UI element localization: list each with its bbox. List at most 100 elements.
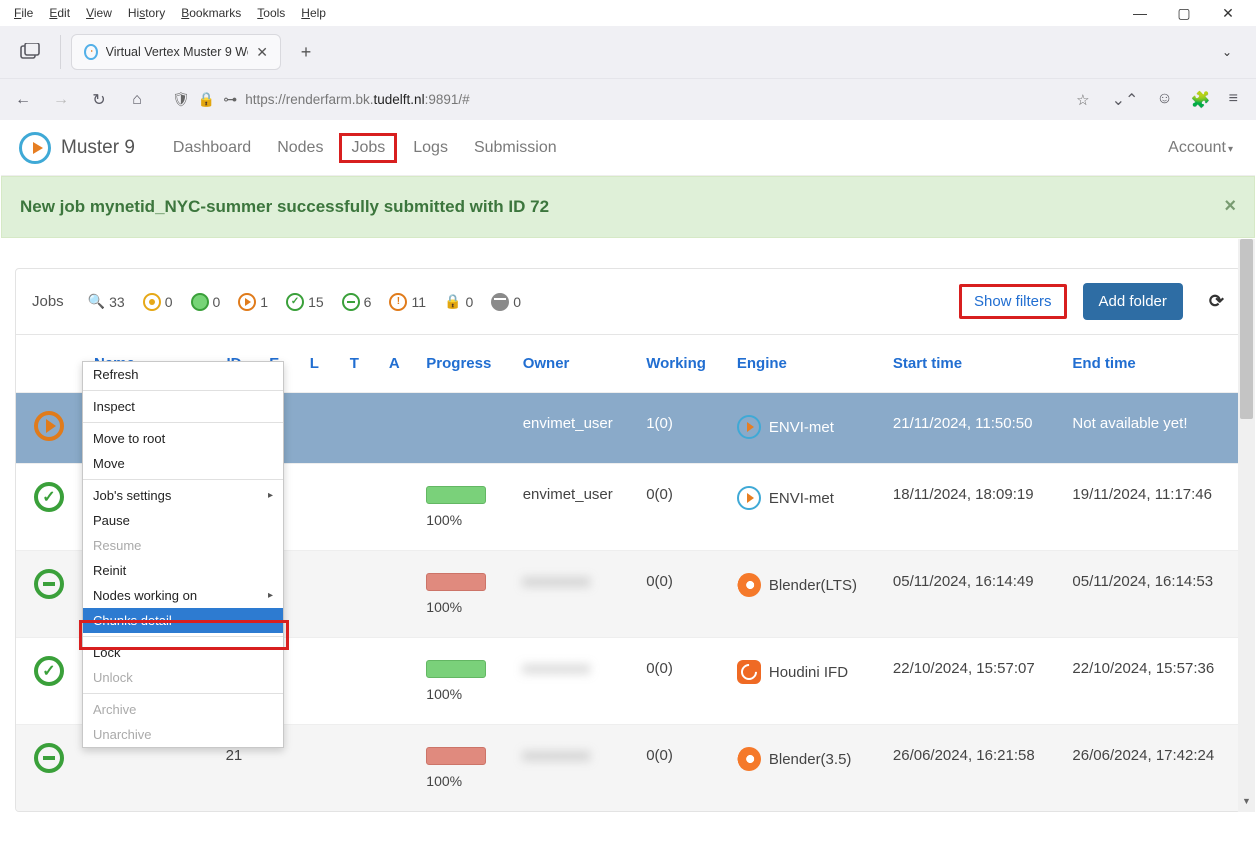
cell-progress xyxy=(414,393,510,464)
nav-dashboard[interactable]: Dashboard xyxy=(163,133,261,163)
engine-icon xyxy=(737,573,761,597)
account-menu[interactable]: Account▾ xyxy=(1168,139,1233,157)
tab-close-icon[interactable]: ✕ xyxy=(256,44,268,61)
nav-forward-icon: → xyxy=(48,91,74,109)
ctx-refresh[interactable]: Refresh xyxy=(83,362,283,387)
permissions-icon[interactable]: ⊶ xyxy=(223,91,237,108)
cell-start: 22/10/2024, 15:57:07 xyxy=(881,638,1061,725)
menu-help[interactable]: Help xyxy=(293,2,334,24)
col-t[interactable]: T xyxy=(334,335,374,393)
menu-view[interactable]: View xyxy=(78,2,120,24)
ctx-chunks-detail[interactable]: Chunks detail xyxy=(83,608,283,633)
show-filters-button[interactable]: Show filters xyxy=(959,284,1067,319)
cell-l xyxy=(294,464,334,551)
bookmark-star-icon[interactable]: ☆ xyxy=(1076,91,1089,109)
scroll-thumb[interactable] xyxy=(1240,239,1253,419)
col-progress[interactable]: Progress xyxy=(414,335,510,393)
col-end[interactable]: End time xyxy=(1060,335,1240,393)
menu-tools[interactable]: Tools xyxy=(249,2,293,24)
nav-logs[interactable]: Logs xyxy=(403,133,458,163)
col-working[interactable]: Working xyxy=(634,335,725,393)
ctx-inspect[interactable]: Inspect xyxy=(83,394,283,419)
cell-working: 1(0) xyxy=(634,393,725,464)
cell-t xyxy=(334,393,374,464)
window-close[interactable]: ✕ xyxy=(1206,5,1250,22)
engine-icon xyxy=(737,660,761,684)
app-menu-icon[interactable]: ≡ xyxy=(1229,90,1238,110)
menu-file[interactable]: File xyxy=(6,2,41,24)
recent-pages-icon[interactable] xyxy=(10,34,50,70)
alert-close-icon[interactable]: × xyxy=(1224,195,1236,218)
brand[interactable]: Muster 9 xyxy=(19,132,135,164)
ctx-pause[interactable]: Pause xyxy=(83,508,283,533)
stat-pending[interactable]: 0 xyxy=(143,293,173,311)
address-bar[interactable]: 🛡 🔒 ⊶ https://renderfarm.bk.tudelft.nl:9… xyxy=(162,85,1100,115)
engine-icon xyxy=(737,486,761,510)
nav-nodes[interactable]: Nodes xyxy=(267,133,333,163)
ctx-reinit[interactable]: Reinit xyxy=(83,558,283,583)
ctx-move-root[interactable]: Move to root xyxy=(83,426,283,451)
account-icon[interactable]: ☺ xyxy=(1156,90,1172,110)
ctx-lock[interactable]: Lock xyxy=(83,640,283,665)
tracking-shield-icon[interactable]: 🛡 xyxy=(172,91,190,108)
col-a[interactable]: A xyxy=(374,335,414,393)
ctx-settings[interactable]: Job's settings▸ xyxy=(83,483,283,508)
pocket-icon[interactable]: ⌄⌃ xyxy=(1112,90,1139,110)
context-menu: Refresh Inspect Move to root Move Job's … xyxy=(82,361,284,748)
cell-owner: envimet_user xyxy=(511,393,634,464)
ctx-move[interactable]: Move xyxy=(83,451,283,476)
col-engine[interactable]: Engine xyxy=(725,335,881,393)
cell-a xyxy=(374,464,414,551)
panel-refresh-icon[interactable]: ⟳ xyxy=(1209,291,1224,312)
cell-working: 0(0) xyxy=(634,725,725,812)
stat-lock[interactable]: 🔒0 xyxy=(444,293,473,310)
stat-running-green[interactable]: 0 xyxy=(191,293,221,311)
col-l[interactable]: L xyxy=(294,335,334,393)
cell-a xyxy=(374,551,414,638)
nav-reload-icon[interactable]: ↻ xyxy=(86,90,112,110)
cell-t xyxy=(334,638,374,725)
cell-working: 0(0) xyxy=(634,464,725,551)
window-minimize[interactable]: — xyxy=(1118,5,1162,21)
nav-jobs[interactable]: Jobs xyxy=(339,133,397,163)
cell-progress: 100% xyxy=(414,638,510,725)
row-status-icon xyxy=(34,743,64,773)
vertical-scrollbar[interactable]: ▲ ▼ xyxy=(1238,239,1255,812)
browser-tab[interactable]: Virtual Vertex Muster 9 Web con ✕ xyxy=(71,34,281,70)
cell-owner: xxxxxxxx xyxy=(511,725,634,812)
lock-icon[interactable]: 🔒 xyxy=(198,91,215,108)
ctx-unlock: Unlock xyxy=(83,665,283,690)
scroll-down-icon[interactable]: ▼ xyxy=(1238,796,1255,812)
stat-server[interactable]: 0 xyxy=(491,293,521,311)
nav-home-icon[interactable]: ⌂ xyxy=(124,91,150,109)
stat-check[interactable]: ✓15 xyxy=(286,293,324,311)
col-start[interactable]: Start time xyxy=(881,335,1061,393)
add-folder-button[interactable]: Add folder xyxy=(1083,283,1183,320)
brand-name: Muster 9 xyxy=(61,137,135,159)
alert-text: New job mynetid_NYC-summer successfully … xyxy=(20,197,549,216)
ctx-resume: Resume xyxy=(83,533,283,558)
new-tab-button[interactable]: + xyxy=(291,42,321,63)
cell-progress: 100% xyxy=(414,725,510,812)
menu-bookmarks[interactable]: Bookmarks xyxy=(173,2,249,24)
stat-search[interactable]: 🔍33 xyxy=(88,293,125,310)
nav-submission[interactable]: Submission xyxy=(464,133,567,163)
cell-end: 26/06/2024, 17:42:24 xyxy=(1060,725,1240,812)
cell-l xyxy=(294,725,334,812)
extensions-icon[interactable]: 🧩 xyxy=(1191,90,1211,110)
cell-engine: ENVI-met xyxy=(725,393,881,464)
stat-play[interactable]: 1 xyxy=(238,293,268,311)
cell-a xyxy=(374,393,414,464)
menu-history[interactable]: History xyxy=(120,2,173,24)
url-text: https://renderfarm.bk.tudelft.nl:9891/# xyxy=(245,92,469,107)
stat-excl[interactable]: !11 xyxy=(389,293,426,311)
window-maximize[interactable]: ▢ xyxy=(1162,5,1206,22)
tab-title: Virtual Vertex Muster 9 Web con xyxy=(106,45,249,59)
nav-back-icon[interactable]: ← xyxy=(10,91,36,109)
tabs-overflow-icon[interactable]: ⌄ xyxy=(1208,45,1246,59)
ctx-nodes-working[interactable]: Nodes working on▸ xyxy=(83,583,283,608)
cell-owner: envimet_user xyxy=(511,464,634,551)
col-owner[interactable]: Owner xyxy=(511,335,634,393)
stat-dash[interactable]: 6 xyxy=(342,293,372,311)
menu-edit[interactable]: Edit xyxy=(41,2,78,24)
